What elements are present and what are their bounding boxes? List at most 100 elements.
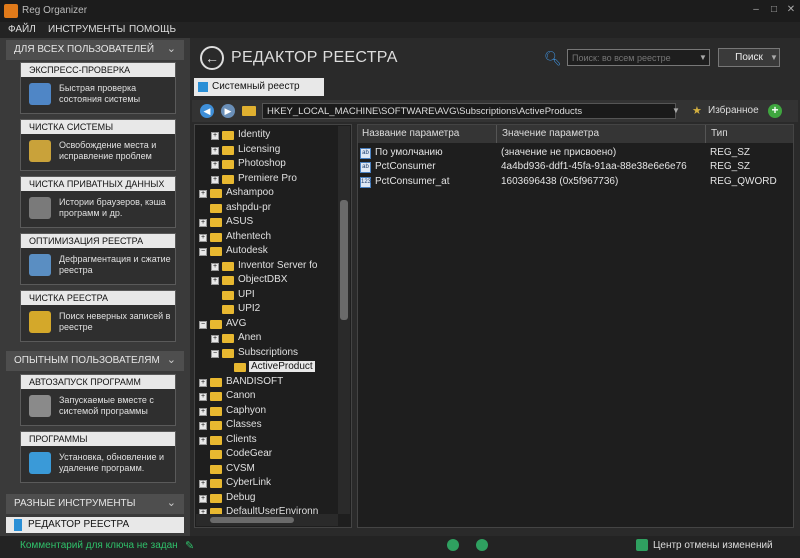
table-row[interactable]: ab По умолчанию (значение не присвоено) … [360,147,790,161]
expand-icon[interactable]: + [199,494,207,503]
maximize-button[interactable]: □ [766,3,782,17]
folder-icon [210,189,222,198]
menu-file[interactable]: ФАЙЛ [8,24,36,35]
folder-icon[interactable] [242,106,256,116]
column-header-value[interactable]: Значение параметра [502,128,599,139]
tree-node-label: Licensing [238,143,281,155]
path-history-dropdown[interactable]: ▼ [672,104,684,118]
card-desc: Запускаемые вместе с системой программы [59,395,154,416]
status-sync-icon[interactable] [447,539,459,551]
param-name: PctConsumer [375,161,436,172]
folder-icon [210,450,222,459]
status-shield-icon[interactable] [476,539,488,551]
tree-vertical-scrollbar[interactable] [338,126,350,514]
expand-icon[interactable]: + [211,262,219,271]
sidebar-card-autorun[interactable]: АВТОЗАПУСК ПРОГРАММ Запускаемые вместе с… [20,374,176,426]
expand-icon[interactable]: + [199,219,207,227]
registry-clean-icon [29,311,51,333]
expand-icon[interactable]: + [199,393,207,401]
param-value: 4a4bd936-ddf1-45fa-91aa-88e38e6e6e76 [501,161,687,172]
folder-icon [210,421,222,430]
expand-icon[interactable]: + [199,436,207,445]
collapse-icon[interactable]: − [199,320,207,329]
folder-icon [222,334,234,343]
sidebar-card-system-cleanup[interactable]: ЧИСТКА СИСТЕМЫ Освобождение места и испр… [20,119,176,171]
table-row[interactable]: ab PctConsumer 4a4bd936-ddf1-45fa-91aa-8… [360,161,790,175]
tree-node-label: CodeGear [226,448,273,459]
registry-path-field[interactable]: HKEY_LOCAL_MACHINE\SOFTWARE\AVG\Subscrip… [262,103,676,119]
undo-center-icon[interactable] [636,539,648,551]
folder-icon [222,290,234,300]
column-header-type[interactable]: Тип [711,128,728,139]
sidebar-card-programs[interactable]: ПРОГРАММЫ Установка, обновление и удален… [20,431,176,483]
favorites-icon[interactable]: ★ [692,104,702,117]
tree-node-label: ObjectDBX [238,274,288,285]
tab-system-registry[interactable]: Системный реестр [194,78,324,96]
tree-hscroll-thumb[interactable] [210,517,294,523]
card-title: АВТОЗАПУСК ПРОГРАММ [21,375,175,389]
expand-icon[interactable]: + [199,378,207,387]
sidebar-item-registry-editor[interactable]: РЕДАКТОР РЕЕСТРА [6,517,184,533]
section-title: ДЛЯ ВСЕХ ПОЛЬЗОВАТЕЛЕЙ [14,44,155,55]
registry-tree[interactable]: + Identity + Licensing + Photoshop + Premiere P… [194,124,352,528]
close-button[interactable]: ✕ [783,3,799,17]
expand-icon[interactable]: + [211,335,219,343]
expand-icon[interactable]: + [211,146,219,155]
expand-icon[interactable]: + [199,190,207,198]
tree-node-label: Anen [238,332,262,343]
favorites-button[interactable]: Избранное [708,105,759,116]
search-icon: 🔍︎ [544,50,562,66]
sidebar-section-all-users[interactable]: ДЛЯ ВСЕХ ПОЛЬЗОВАТЕЛЕЙ ⌄ [6,40,184,60]
expand-icon[interactable]: + [199,233,207,242]
search-scope-dropdown[interactable]: ▼ [697,50,709,65]
minimize-button[interactable]: – [748,3,764,17]
tree-scroll-thumb[interactable] [340,200,348,320]
tree-node-label: UPI [238,288,255,300]
sidebar-section-advanced-users[interactable]: ОПЫТНЫМ ПОЛЬЗОВАТЕЛЯМ ⌄ [6,351,184,371]
table-row[interactable]: 123 PctConsumer_at 1603696438 (0x5f96773… [360,176,790,190]
expand-icon[interactable]: + [199,480,207,488]
cleanup-icon [29,140,51,162]
collapse-icon[interactable]: − [211,349,219,358]
sidebar-card-registry-optimization[interactable]: ОПТИМИЗАЦИЯ РЕЕСТРА Дефрагментация и сжа… [20,233,176,285]
expand-icon[interactable]: + [211,132,219,140]
tree-node-label: ActiveProduct [249,361,315,372]
tree-node-label: Autodesk [226,245,268,256]
sidebar-card-privacy-cleanup[interactable]: ЧИСТКА ПРИВАТНЫХ ДАННЫХ Истории браузеро… [20,176,176,228]
nav-back-icon[interactable]: ◀ [200,104,214,118]
expand-icon[interactable]: + [211,161,219,169]
find-options-dropdown[interactable]: ▼ [770,49,782,66]
card-desc: Освобождение места и исправление проблем [59,140,157,161]
string-value-icon: ab [360,162,371,173]
search-input[interactable] [567,49,710,66]
chevron-down-icon: ⌄ [166,43,176,55]
collapse-icon[interactable]: − [199,248,207,256]
menu-tools[interactable]: ИНСТРУМЕНТЫ [48,24,125,35]
nav-forward-icon[interactable]: ▶ [221,104,235,118]
undo-center-button[interactable]: Центр отмены изменений [653,540,773,551]
param-type: REG_SZ [710,147,751,158]
folder-icon [222,261,234,271]
expand-icon[interactable]: + [211,175,219,184]
column-header-name[interactable]: Название параметра [362,128,459,139]
tree-node-label: ashpdu-pr [226,201,272,213]
sidebar-section-misc-tools[interactable]: РАЗНЫЕ ИНСТРУМЕНТЫ ⌄ [6,494,184,514]
menu-help[interactable]: ПОМОЩЬ [129,24,176,35]
registry-grid-icon [198,82,208,92]
expand-icon[interactable]: + [199,422,207,430]
tree-node-label: CVSM [226,462,255,474]
sidebar-card-express-check[interactable]: ЭКСПРЕСС-ПРОВЕРКА Быстрая проверка состо… [20,62,176,114]
folder-icon [210,435,222,445]
edit-comment-icon[interactable]: ✎ [185,539,194,552]
expand-icon[interactable]: + [211,277,219,285]
add-favorite-icon[interactable]: + [768,104,782,118]
back-button[interactable]: ← [200,46,224,70]
param-type: REG_SZ [710,161,751,172]
sidebar-card-registry-cleanup[interactable]: ЧИСТКА РЕЕСТРА Поиск неверных записей в … [20,290,176,342]
folder-icon [210,247,222,256]
expand-icon[interactable]: + [199,407,207,416]
check-shield-icon [29,83,51,105]
param-name: PctConsumer_at [375,176,450,187]
card-title: ЧИСТКА ПРИВАТНЫХ ДАННЫХ [21,177,175,191]
page-title: РЕДАКТОР РЕЕСТРА [231,49,398,66]
